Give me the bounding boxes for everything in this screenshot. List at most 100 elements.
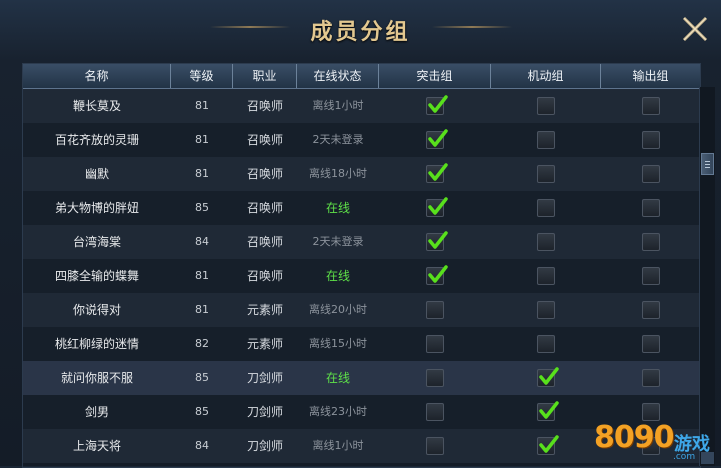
checkmark-icon [539, 401, 559, 419]
assault-group-checkbox[interactable] [426, 129, 448, 149]
assault-group-checkbox[interactable] [426, 163, 448, 183]
member-name: 上海天将 [72, 439, 121, 453]
checkmark-icon [428, 129, 448, 147]
assault-group-checkbox[interactable] [426, 197, 448, 217]
assault-group-checkbox[interactable] [426, 301, 444, 319]
output-group-checkbox[interactable] [641, 131, 660, 149]
member-level: 81 [195, 269, 209, 282]
assault-group-checkbox[interactable] [426, 437, 444, 455]
table-row[interactable]: 桃红柳绿的迷情 82 元素师 离线15小时 [23, 327, 700, 361]
close-icon [682, 16, 708, 42]
header-mobile-group[interactable]: 机动组 [491, 64, 601, 88]
mobile-group-checkbox[interactable] [537, 367, 559, 387]
assault-group-checkbox[interactable] [426, 335, 444, 353]
checkmark-icon [428, 163, 448, 181]
output-group-checkbox[interactable] [641, 369, 660, 387]
title-ornament-right [432, 26, 512, 28]
table-row[interactable]: 百花齐放的灵珊 81 召唤师 2天未登录 [23, 123, 700, 157]
close-button[interactable] [678, 12, 712, 46]
member-job: 元素师 [246, 303, 283, 317]
member-status: 离线1小时 [312, 439, 364, 452]
member-status: 离线1小时 [312, 99, 364, 112]
member-level: 82 [195, 337, 209, 350]
member-level: 84 [195, 439, 209, 452]
checkmark-icon [428, 231, 448, 249]
member-name: 弟大物博的胖妞 [54, 201, 139, 215]
checkmark-icon [539, 435, 559, 453]
table-row[interactable]: 弟大物博的胖妞 85 召唤师 在线 [23, 191, 700, 225]
member-name: 幽默 [84, 167, 109, 181]
watermark-logo: 8090 游戏 .com [594, 408, 714, 464]
table-row[interactable]: 鞭长莫及 81 召唤师 离线1小时 [23, 89, 700, 123]
output-group-checkbox[interactable] [641, 97, 660, 115]
output-group-checkbox[interactable] [641, 233, 660, 251]
output-group-checkbox[interactable] [641, 301, 660, 319]
member-status: 离线23小时 [309, 405, 367, 418]
checkmark-icon [428, 265, 448, 283]
member-job: 召唤师 [246, 269, 283, 283]
mobile-group-checkbox[interactable] [537, 233, 555, 251]
scroll-thumb[interactable] [701, 153, 714, 175]
member-group-window: 成员分组 名称 等级 职业 在线状态 突击组 机动组 输出组 鞭长莫及 81 召唤师… [0, 0, 721, 468]
table-row[interactable]: 就问你服不服 85 刀剑师 在线 [23, 361, 700, 395]
mobile-group-checkbox[interactable] [537, 435, 559, 455]
mobile-group-checkbox[interactable] [537, 97, 555, 115]
mobile-group-checkbox[interactable] [537, 131, 555, 149]
mobile-group-checkbox[interactable] [537, 301, 555, 319]
assault-group-checkbox[interactable] [426, 403, 444, 421]
table-row[interactable]: 台湾海棠 84 召唤师 2天未登录 [23, 225, 700, 259]
header-output-group[interactable]: 输出组 [601, 64, 700, 88]
output-group-checkbox[interactable] [641, 267, 660, 285]
member-status: 离线20小时 [309, 303, 367, 316]
member-name: 剑男 [84, 405, 109, 419]
header-name[interactable]: 名称 [23, 64, 171, 88]
table-row[interactable]: 四膝全输的蝶舞 81 召唤师 在线 [23, 259, 700, 293]
member-job: 刀剑师 [246, 439, 283, 453]
member-job: 刀剑师 [246, 405, 283, 419]
header-level[interactable]: 等级 [171, 64, 233, 88]
member-job: 召唤师 [246, 235, 283, 249]
output-group-checkbox[interactable] [641, 165, 660, 183]
logo-brand: 8090 [594, 420, 674, 455]
assault-group-checkbox[interactable] [426, 265, 448, 285]
member-level: 81 [195, 303, 209, 316]
checkmark-icon [428, 197, 448, 215]
table-row[interactable]: 你说得对 81 元素师 离线20小时 [23, 293, 700, 327]
member-name: 你说得对 [72, 303, 121, 317]
member-job: 召唤师 [246, 133, 283, 147]
member-job: 元素师 [246, 337, 283, 351]
member-status: 2天未登录 [312, 133, 364, 146]
assault-group-checkbox[interactable] [426, 369, 444, 387]
member-level: 81 [195, 133, 209, 146]
member-name: 四膝全输的蝶舞 [54, 269, 139, 283]
assault-group-checkbox[interactable] [426, 95, 448, 115]
member-level: 85 [195, 405, 209, 418]
window-title: 成员分组 [310, 20, 411, 45]
mobile-group-checkbox[interactable] [537, 199, 555, 217]
output-group-checkbox[interactable] [641, 199, 660, 217]
table-header: 名称 等级 职业 在线状态 突击组 机动组 输出组 [23, 64, 700, 89]
header-status[interactable]: 在线状态 [297, 64, 379, 88]
assault-group-checkbox[interactable] [426, 231, 448, 251]
member-status: 在线 [325, 371, 350, 385]
member-name: 百花齐放的灵珊 [54, 133, 139, 147]
mobile-group-checkbox[interactable] [537, 335, 555, 353]
member-level: 81 [195, 167, 209, 180]
member-status: 在线 [325, 269, 350, 283]
mobile-group-checkbox[interactable] [537, 401, 559, 421]
logo-domain: .com [673, 452, 696, 462]
member-job: 召唤师 [246, 201, 283, 215]
checkmark-icon [428, 95, 448, 113]
header-assault-group[interactable]: 突击组 [379, 64, 491, 88]
table-row[interactable]: 幽默 81 召唤师 离线18小时 [23, 157, 700, 191]
member-status: 离线18小时 [309, 167, 367, 180]
member-status: 在线 [325, 201, 350, 215]
mobile-group-checkbox[interactable] [537, 165, 555, 183]
header-job[interactable]: 职业 [233, 64, 297, 88]
member-job: 召唤师 [246, 167, 283, 181]
mobile-group-checkbox[interactable] [537, 267, 555, 285]
member-job: 刀剑师 [246, 371, 283, 385]
member-job: 召唤师 [246, 99, 283, 113]
output-group-checkbox[interactable] [641, 335, 660, 353]
member-status: 2天未登录 [312, 235, 364, 248]
